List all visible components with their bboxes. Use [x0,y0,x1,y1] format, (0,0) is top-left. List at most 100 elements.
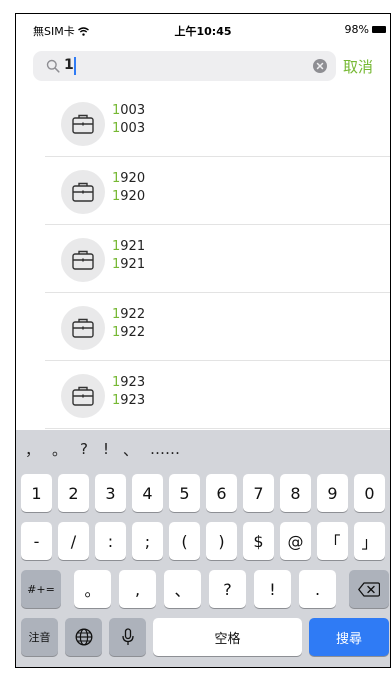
candidate-enum-comma[interactable]: 、 [123,439,138,460]
search-icon [46,59,60,73]
phone-screen: 無SIM卡 上午10:45 98% 1 取消 1003 1003 1920 19… [15,13,391,668]
item-text: 1923 1923 [112,374,145,410]
key-4[interactable]: 4 [132,474,163,512]
delete-key[interactable] [349,570,389,608]
item-subtitle: 1922 [112,324,145,342]
microphone-icon [121,628,134,645]
key-at[interactable]: @ [280,522,311,560]
avatar [61,374,105,418]
clock: 上午10:45 [174,25,232,38]
key-5[interactable]: 5 [169,474,200,512]
list-item[interactable]: 1923 1923 [16,361,390,429]
space-key[interactable]: 空格 [153,618,302,656]
item-title: 1921 [112,238,145,256]
item-text: 1921 1921 [112,238,145,274]
key-hyphen[interactable]: - [21,522,52,560]
item-title-rest: 003 [120,103,146,118]
key-semicolon[interactable]: ; [132,522,163,560]
candidate-bar: ， 。 ? ! 、 …… [16,430,390,468]
list-item[interactable]: 1922 1922 [16,293,390,361]
avatar [61,170,105,214]
results-list: 1003 1003 1920 1920 1921 1921 1922 1922 … [16,89,390,429]
key-1[interactable]: 1 [21,474,52,512]
keyboard: ， 。 ? ! 、 …… 1 2 3 4 5 6 7 8 9 0 - / : ;… [16,430,390,667]
item-subtitle: 1923 [112,392,145,410]
item-subtitle-rest: 921 [120,257,146,272]
item-title-rest: 922 [120,307,146,322]
search-input[interactable]: 1 [33,51,336,81]
item-subtitle: 1920 [112,188,145,206]
key-open-paren[interactable]: ( [169,522,200,560]
key-8[interactable]: 8 [280,474,311,512]
key-exclaim[interactable]: ! [254,570,291,608]
item-title: 1922 [112,306,145,324]
item-title-rest: 923 [120,375,146,390]
item-text: 1003 1003 [112,102,145,138]
key-6[interactable]: 6 [206,474,237,512]
dictation-key[interactable] [109,618,146,656]
key-0[interactable]: 0 [354,474,385,512]
candidate-exclaim[interactable]: ! [101,440,111,458]
key-7[interactable]: 7 [243,474,274,512]
backspace-icon [358,581,380,597]
globe-key[interactable] [65,618,102,656]
item-subtitle-rest: 920 [120,189,146,204]
key-close-paren[interactable]: ) [206,522,237,560]
briefcase-icon [72,182,94,202]
key-colon[interactable]: : [95,522,126,560]
item-title: 1923 [112,374,145,392]
avatar [61,102,105,146]
key-slash[interactable]: / [58,522,89,560]
key-enum-comma[interactable]: 、 [164,570,201,608]
symbol-row: - / : ; ( ) $ @ 「 」 [16,522,390,560]
symbols-toggle-key[interactable]: #+= [21,570,61,608]
search-query: 1 [64,57,74,73]
item-subtitle-rest: 923 [120,393,146,408]
item-title-rest: 921 [120,239,146,254]
key-9[interactable]: 9 [317,474,348,512]
search-key[interactable]: 搜尋 [309,618,389,656]
search-row: 1 取消 [16,51,390,85]
battery-indicator: 98% [345,23,386,36]
list-item[interactable]: 1003 1003 [16,89,390,157]
briefcase-icon [72,386,94,406]
candidate-comma[interactable]: ， [25,439,40,460]
key-2[interactable]: 2 [58,474,89,512]
item-subtitle: 1003 [112,120,145,138]
item-text: 1922 1922 [112,306,145,342]
item-title: 1920 [112,170,145,188]
bottom-row: 注音 空格 搜尋 [16,618,390,656]
candidate-period[interactable]: 。 [52,439,67,460]
language-key[interactable]: 注音 [21,618,58,656]
item-title: 1003 [112,102,145,120]
candidate-question[interactable]: ? [79,440,89,458]
key-circle-period[interactable]: 。 [74,570,111,608]
status-bar: 無SIM卡 上午10:45 98% [16,14,390,40]
battery-icon [372,26,386,33]
text-cursor [74,57,76,75]
item-title-rest: 920 [120,171,146,186]
key-open-quote[interactable]: 「 [317,522,348,560]
divider [45,428,390,429]
battery-percent: 98% [344,23,369,36]
key-close-quote[interactable]: 」 [354,522,385,560]
globe-icon [75,628,92,646]
briefcase-icon [72,250,94,270]
item-subtitle-rest: 003 [120,121,146,136]
key-dollar[interactable]: $ [243,522,274,560]
candidate-ellipsis[interactable]: …… [150,440,180,458]
list-item[interactable]: 1920 1920 [16,157,390,225]
list-item[interactable]: 1921 1921 [16,225,390,293]
punctuation-row: #+= 。 , 、 ? ! . [16,570,390,608]
briefcase-icon [72,114,94,134]
key-comma[interactable]: , [119,570,156,608]
item-text: 1920 1920 [112,170,145,206]
avatar [61,238,105,282]
clear-icon[interactable] [313,59,327,73]
briefcase-icon [72,318,94,338]
key-3[interactable]: 3 [95,474,126,512]
cancel-button[interactable]: 取消 [343,56,373,77]
item-subtitle-rest: 922 [120,325,146,340]
key-dot[interactable]: . [299,570,336,608]
key-question[interactable]: ? [209,570,246,608]
